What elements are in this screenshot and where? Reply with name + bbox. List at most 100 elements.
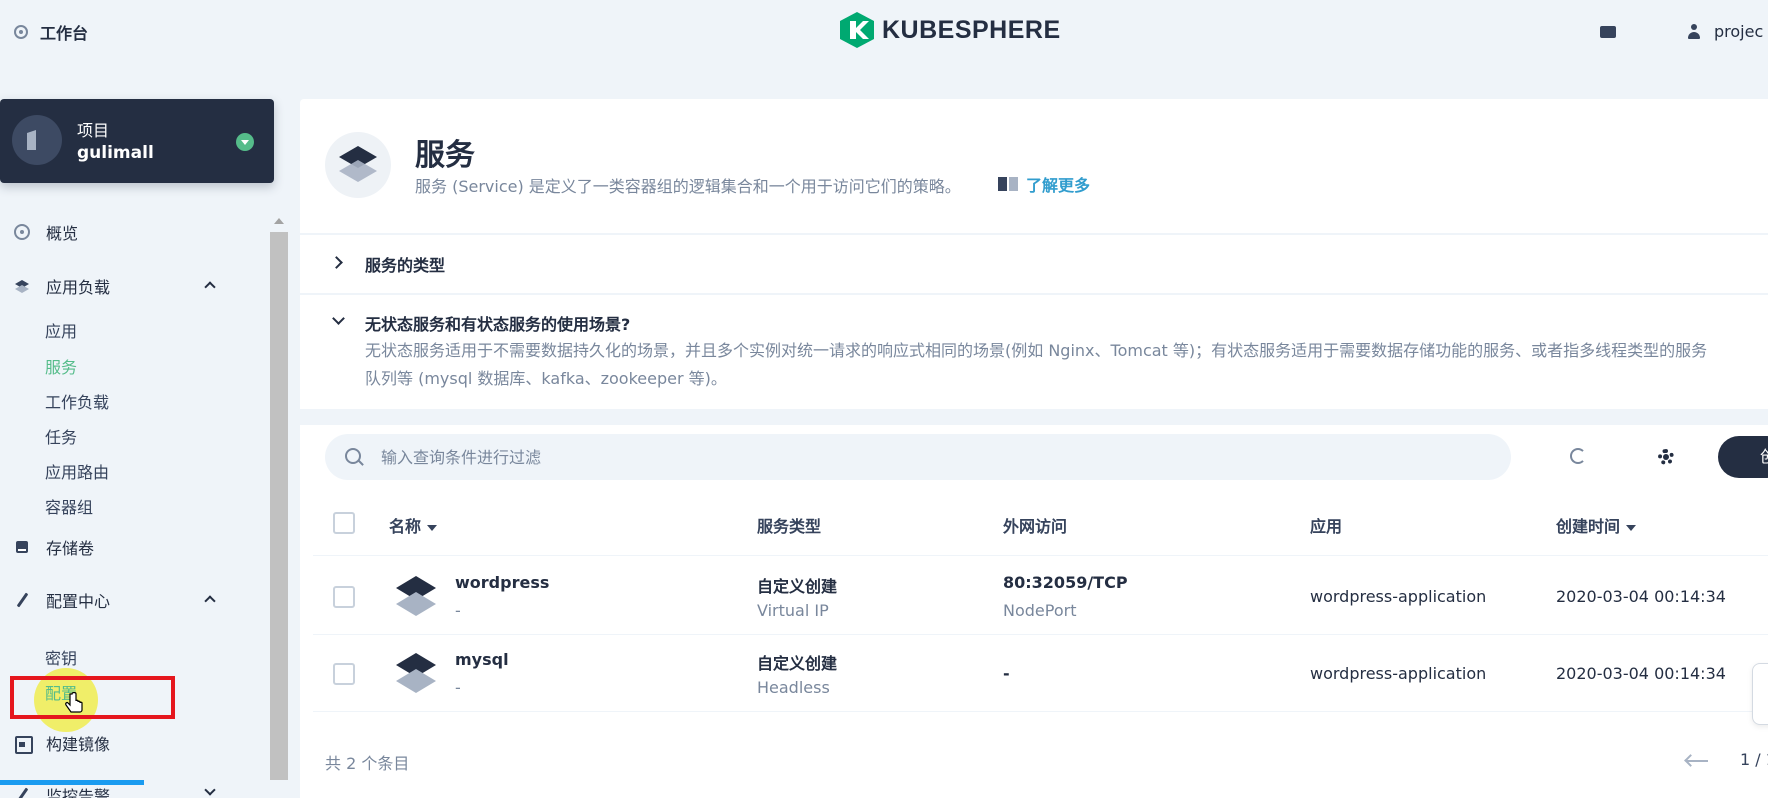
logo-text: KUBESPHERE xyxy=(882,15,1061,44)
page-description: 服务 (Service) 是定义了一类容器组的逻辑集合和一个用于访问它们的策略。 xyxy=(415,177,961,196)
learn-more-label: 了解更多 xyxy=(1026,176,1091,195)
chevron-down-icon xyxy=(332,312,345,325)
pagination-text: 1 / 1 xyxy=(1740,750,1768,769)
service-type-sub: Virtual IP xyxy=(757,601,829,620)
page-title: 服务 xyxy=(415,138,475,173)
sidebar-group-config-center[interactable]: 配置中心 xyxy=(0,585,250,615)
refresh-icon[interactable] xyxy=(1570,448,1586,464)
chevron-up-icon xyxy=(204,595,216,607)
col-app: 应用 xyxy=(1310,517,1343,536)
sidebar-item-image-builder[interactable]: 构建镜像 xyxy=(0,728,250,758)
service-alias: - xyxy=(455,678,461,697)
faq-question: 无状态服务和有状态服务的使用场景? xyxy=(365,315,631,334)
sort-down-icon xyxy=(427,524,438,531)
search-icon xyxy=(345,448,361,464)
created-time: 2020-03-04 00:14:34 xyxy=(1556,664,1726,683)
project-name: gulimall xyxy=(77,143,154,163)
service-type-sub: Headless xyxy=(757,678,830,697)
sidebar-scrollbar[interactable] xyxy=(270,232,288,780)
user-menu[interactable]: projec xyxy=(1688,22,1763,41)
project-avatar xyxy=(12,115,62,165)
row-checkbox[interactable] xyxy=(333,586,355,608)
service-icon xyxy=(396,653,436,693)
dashboard-icon xyxy=(14,25,28,39)
project-type-label: 项目 xyxy=(77,121,110,140)
sort-down-icon xyxy=(1626,524,1637,531)
layers-icon xyxy=(14,278,30,294)
sidebar-item-jobs[interactable]: 任务 xyxy=(45,424,77,448)
external-access-type: NodePort xyxy=(1003,601,1077,620)
faq-question: 服务的类型 xyxy=(365,256,446,275)
divider xyxy=(313,634,1768,635)
scroll-up-arrow[interactable] xyxy=(274,218,284,224)
search-input[interactable] xyxy=(381,434,1481,480)
service-icon xyxy=(396,576,436,616)
page-header xyxy=(300,99,1768,233)
chevron-right-icon xyxy=(330,256,343,269)
sidebar-group-label: 监控告警 xyxy=(46,787,111,798)
annotation-box xyxy=(10,676,175,719)
kubesphere-logo[interactable]: KUBESPHERE xyxy=(840,12,1061,48)
total-count: 共 2 个条目 xyxy=(325,754,410,773)
col-created[interactable]: 创建时间 xyxy=(1556,513,1637,537)
created-time: 2020-03-04 00:14:34 xyxy=(1556,587,1726,606)
project-dropdown-icon[interactable] xyxy=(236,133,254,151)
col-external-access: 外网访问 xyxy=(1003,517,1068,536)
sidebar-item-services[interactable]: 服务 xyxy=(45,354,77,378)
floating-tool-button[interactable] xyxy=(1752,663,1768,725)
project-selector[interactable]: 项目 gulimall xyxy=(0,99,274,183)
service-icon xyxy=(325,132,391,198)
prev-page-arrow-icon[interactable] xyxy=(1686,760,1708,762)
sidebar-item-overview[interactable]: 概览 xyxy=(0,217,250,247)
service-name[interactable]: wordpress xyxy=(455,573,549,592)
sidebar-item-label: 存储卷 xyxy=(46,539,95,558)
col-name[interactable]: 名称 xyxy=(389,513,438,537)
book-icon xyxy=(998,176,1018,192)
sidebar-item-pods[interactable]: 容器组 xyxy=(45,494,93,518)
select-all-checkbox[interactable] xyxy=(333,512,355,534)
learn-more-link[interactable]: 了解更多 xyxy=(998,172,1090,196)
sidebar-item-apps[interactable]: 应用 xyxy=(45,318,77,342)
hand-cursor-icon xyxy=(65,692,83,713)
chevron-up-icon xyxy=(204,281,216,293)
wrench-icon xyxy=(14,592,30,608)
faq-answer-line: 队列等 (mysql 数据库、kafka、zookeeper 等)。 xyxy=(365,369,727,388)
faq-stateless-stateful[interactable]: 无状态服务和有状态服务的使用场景? 无状态服务适用于不需要数据持久化的场景，并且… xyxy=(300,295,1768,409)
sidebar-group-app-workloads[interactable]: 应用负载 xyxy=(0,271,250,301)
row-checkbox[interactable] xyxy=(333,663,355,685)
faq-service-types[interactable]: 服务的类型 xyxy=(300,235,1768,293)
overview-icon xyxy=(14,224,30,240)
sidebar-item-workloads[interactable]: 工作负载 xyxy=(45,389,109,413)
service-type: 自定义创建 xyxy=(757,577,838,596)
sidebar-item-routes[interactable]: 应用路由 xyxy=(45,459,109,483)
image-icon xyxy=(14,735,33,754)
col-name-label: 名称 xyxy=(389,517,422,536)
docs-icon[interactable] xyxy=(1600,26,1616,38)
gear-icon[interactable] xyxy=(1658,449,1674,465)
user-icon xyxy=(1688,23,1700,40)
sidebar-item-label: 概览 xyxy=(46,224,79,243)
sidebar-group-label: 配置中心 xyxy=(46,592,111,611)
app-name[interactable]: wordpress-application xyxy=(1310,664,1486,683)
sidebar-item-volumes[interactable]: 存储卷 xyxy=(0,532,250,562)
search-bar[interactable] xyxy=(325,434,1511,480)
col-service-type: 服务类型 xyxy=(757,517,822,536)
app-name[interactable]: wordpress-application xyxy=(1310,587,1486,606)
storage-icon xyxy=(14,539,30,555)
external-access: - xyxy=(1003,664,1010,683)
create-button[interactable]: 创 xyxy=(1718,436,1768,478)
sidebar-group-label: 应用负载 xyxy=(46,278,111,297)
divider xyxy=(313,711,1768,712)
user-name: projec xyxy=(1714,22,1764,41)
workbench-label: 工作台 xyxy=(40,24,89,43)
divider xyxy=(313,555,1768,556)
service-type: 自定义创建 xyxy=(757,654,838,673)
service-name[interactable]: mysql xyxy=(455,650,509,669)
loading-progress-bar xyxy=(0,780,144,785)
external-access: 80:32059/TCP xyxy=(1003,573,1128,592)
workbench-link[interactable]: 工作台 xyxy=(14,20,88,44)
service-alias: - xyxy=(455,601,461,620)
sidebar-item-label: 构建镜像 xyxy=(46,735,111,754)
sidebar-item-secrets[interactable]: 密钥 xyxy=(45,645,77,669)
kubesphere-logo-icon xyxy=(840,12,874,48)
